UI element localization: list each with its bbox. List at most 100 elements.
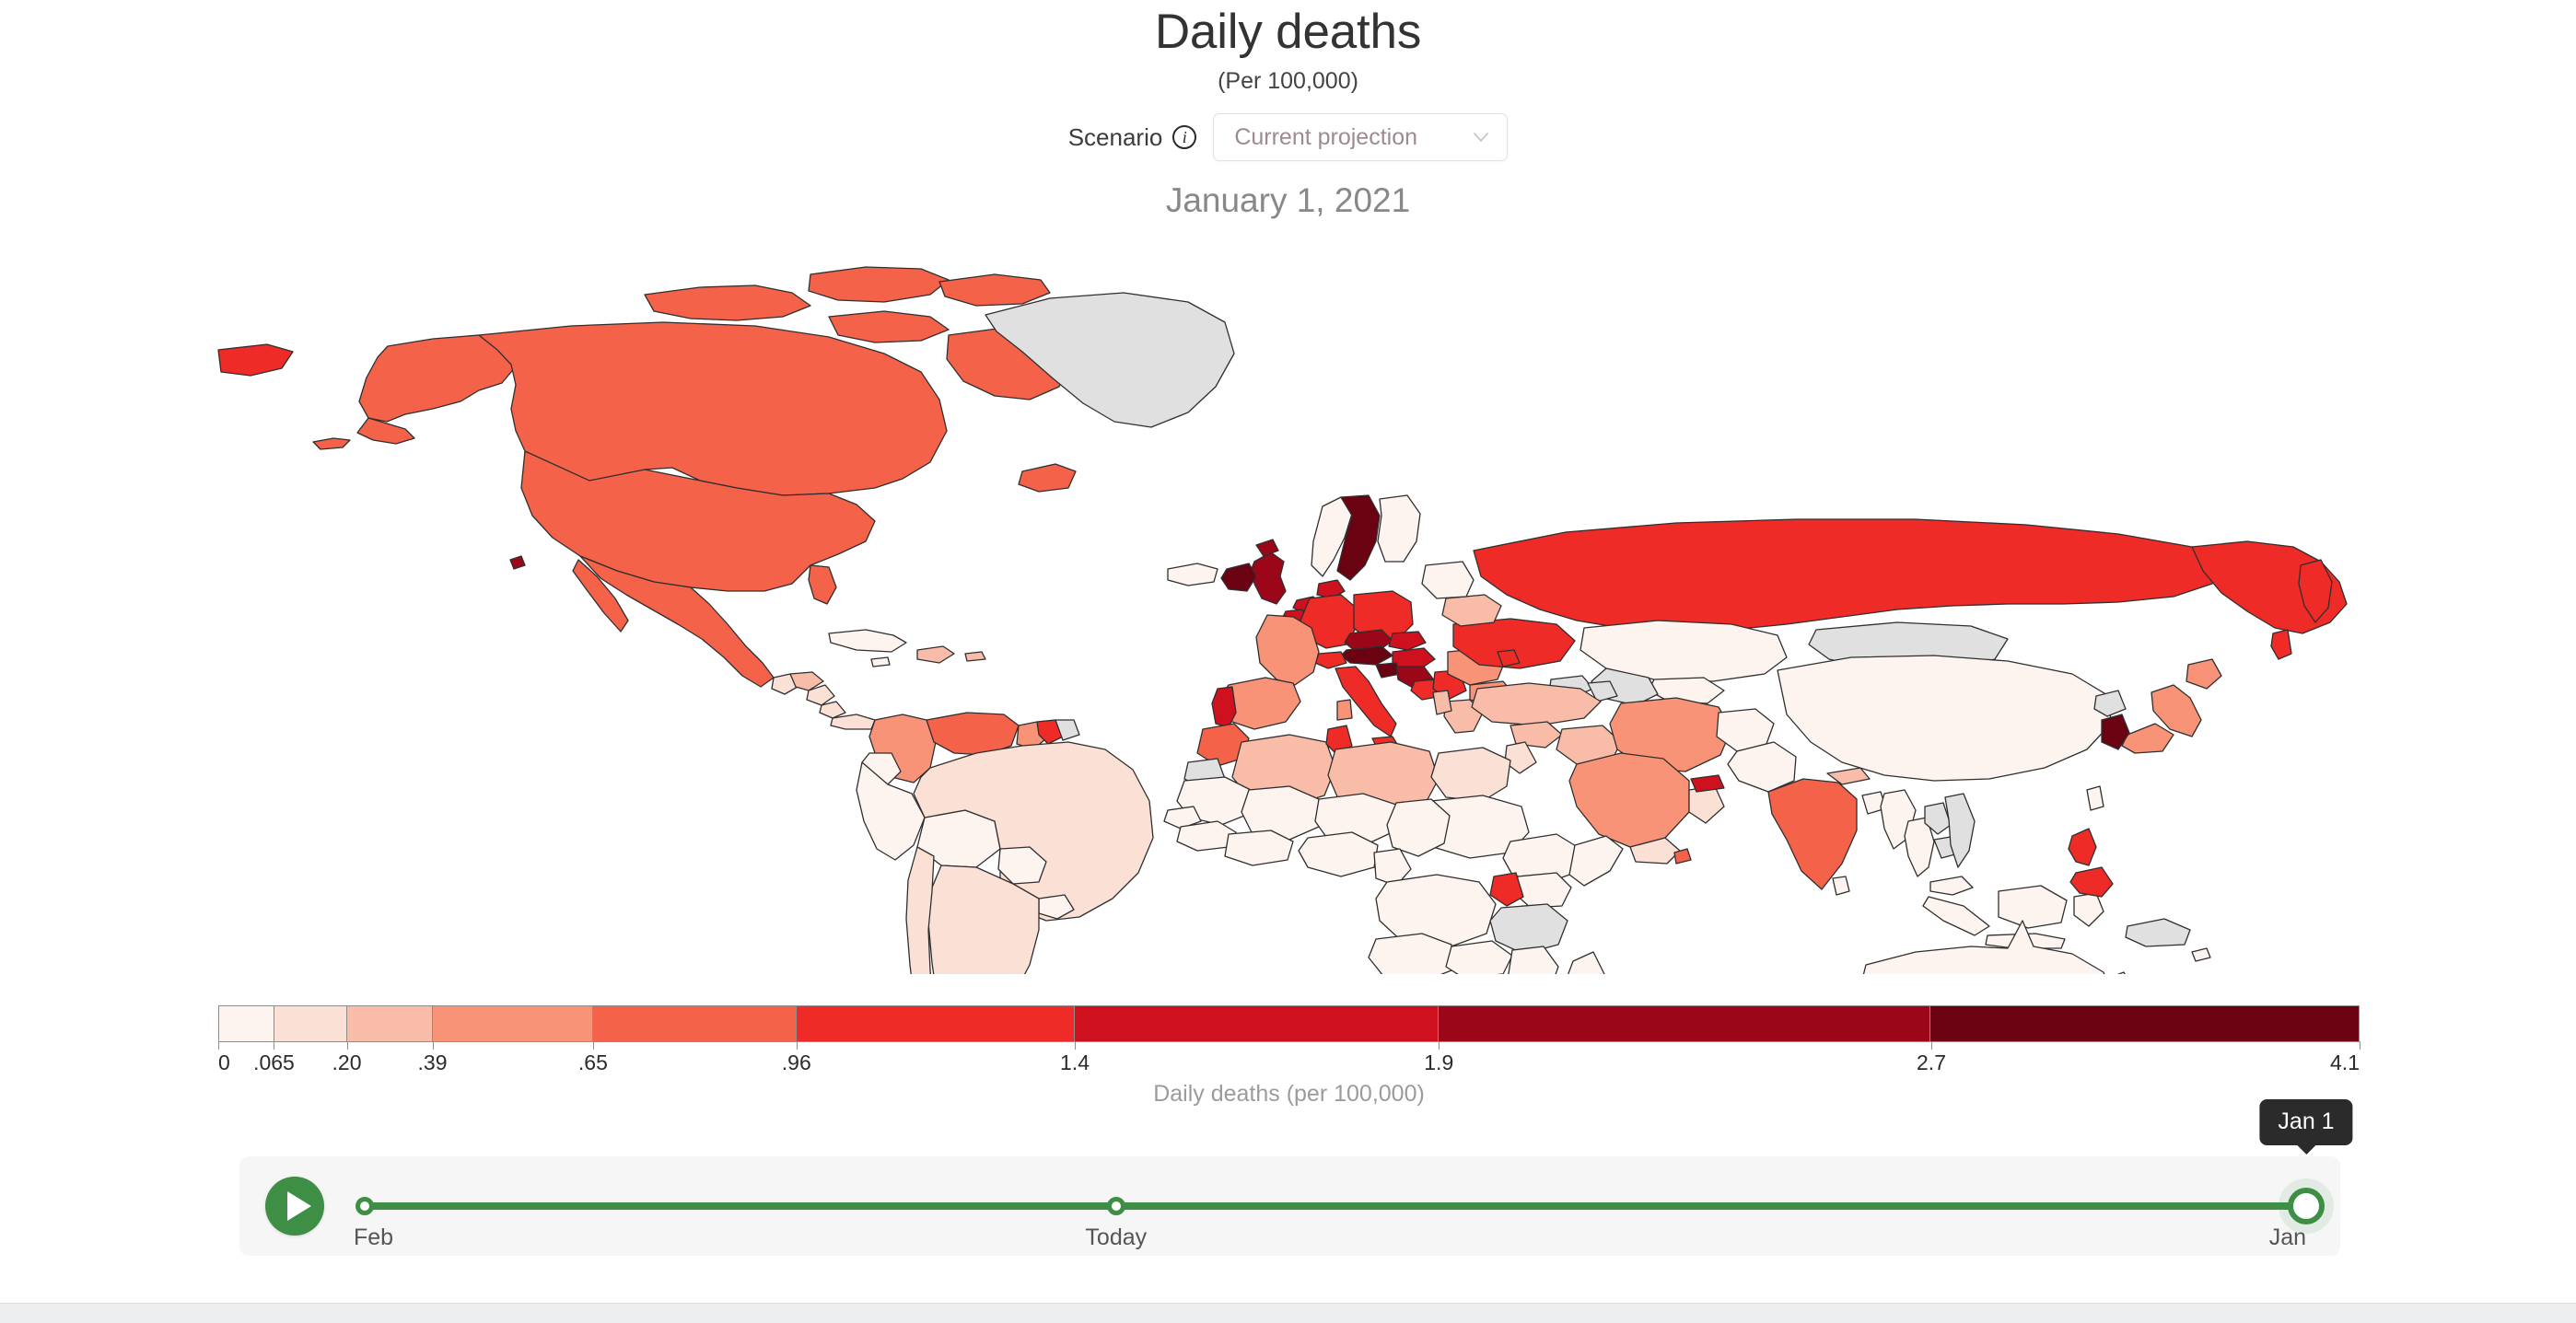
header: Daily deaths (Per 100,000) Scenario i Cu… bbox=[0, 0, 2576, 220]
country-canada-islands-4[interactable] bbox=[938, 273, 1051, 307]
country-somalia[interactable] bbox=[1568, 835, 1624, 887]
country-sakhalin[interactable] bbox=[2270, 629, 2292, 660]
country-austria[interactable] bbox=[1340, 645, 1393, 666]
legend-color-bar bbox=[218, 1005, 2360, 1042]
world-map-svg[interactable] bbox=[0, 238, 2576, 974]
timeline-control[interactable]: Feb Today Jan Jan 1 bbox=[239, 1099, 2353, 1256]
country-cuba[interactable] bbox=[828, 629, 907, 653]
country-egypt[interactable] bbox=[1430, 747, 1511, 802]
scenario-selected-value: Current projection bbox=[1234, 123, 1418, 150]
legend-tick-8: 2.7 bbox=[1917, 1050, 1946, 1074]
country-sardinia[interactable] bbox=[1336, 699, 1353, 721]
page-subtitle: (Per 100,000) bbox=[1218, 68, 1358, 94]
country-india[interactable] bbox=[1767, 778, 1858, 890]
country-angola[interactable] bbox=[1368, 933, 1452, 974]
country-slovakia[interactable] bbox=[1388, 631, 1427, 651]
country-canada-islands-2[interactable] bbox=[808, 266, 950, 303]
play-icon bbox=[286, 1191, 311, 1221]
country-hokkaido[interactable] bbox=[2186, 658, 2222, 690]
timeline-track-area[interactable]: Feb Today Jan Jan 1 bbox=[354, 1099, 2353, 1256]
legend-tick-4: .65 bbox=[577, 1050, 608, 1074]
country-kenya[interactable] bbox=[1513, 872, 1572, 909]
scenario-label: Scenario bbox=[1067, 122, 1163, 151]
timeline-tooltip: Jan 1 bbox=[2259, 1099, 2353, 1145]
country-united-kingdom[interactable] bbox=[1250, 551, 1287, 605]
timeline-handle[interactable] bbox=[2288, 1188, 2325, 1224]
country-turkey[interactable] bbox=[1471, 682, 1602, 726]
country-russia[interactable] bbox=[1473, 518, 2230, 632]
legend-segment-8 bbox=[1930, 1006, 2359, 1041]
country-borneo[interactable] bbox=[1998, 885, 2068, 929]
map-countries[interactable] bbox=[217, 266, 2348, 974]
country-china[interactable] bbox=[1777, 655, 2112, 782]
legend-segment-0 bbox=[219, 1006, 275, 1041]
country-jamaica[interactable] bbox=[870, 656, 891, 667]
country-czechia[interactable] bbox=[1344, 629, 1393, 651]
country-russia-west-tip[interactable] bbox=[217, 343, 294, 377]
timeline-label-2: Jan bbox=[2268, 1224, 2306, 1250]
timeline-point-0[interactable] bbox=[356, 1197, 374, 1215]
country-newfoundland[interactable] bbox=[1018, 463, 1077, 493]
country-florida[interactable] bbox=[808, 564, 837, 605]
country-madagascar[interactable] bbox=[1568, 951, 1605, 974]
country-scotland-north[interactable] bbox=[1255, 539, 1279, 557]
country-mozambique[interactable] bbox=[1507, 946, 1559, 974]
legend-tick-9: 4.1 bbox=[2330, 1050, 2360, 1074]
country-alaska[interactable] bbox=[358, 334, 517, 423]
country-oman[interactable] bbox=[1688, 785, 1725, 824]
legend-tick-1: .065 bbox=[253, 1050, 295, 1074]
country-finland[interactable] bbox=[1377, 494, 1421, 563]
legend-segment-2 bbox=[347, 1006, 434, 1041]
country-uae[interactable] bbox=[1690, 774, 1725, 793]
chevron-down-icon bbox=[1474, 133, 1489, 143]
legend-segment-7 bbox=[1439, 1006, 1931, 1041]
country-baltics[interactable] bbox=[1421, 561, 1474, 599]
country-philippines[interactable] bbox=[2068, 828, 2097, 866]
country-hawaii[interactable] bbox=[509, 555, 526, 570]
legend-tick-7: 1.9 bbox=[1424, 1050, 1454, 1074]
timeline-point-1[interactable] bbox=[1106, 1197, 1125, 1215]
timeline-track[interactable] bbox=[365, 1202, 2306, 1210]
legend-tick-labels: 0 .065 .20 .39 .65 .96 1.4 1.9 2.7 4.1 bbox=[218, 1041, 2360, 1074]
legend-tick-0: 0 bbox=[218, 1050, 230, 1074]
country-japan-south[interactable] bbox=[2121, 723, 2174, 754]
legend-segment-3 bbox=[433, 1006, 594, 1041]
country-hispaniola[interactable] bbox=[916, 645, 955, 664]
world-map[interactable] bbox=[0, 238, 2576, 974]
legend-segment-4 bbox=[593, 1006, 798, 1041]
country-switzerland[interactable] bbox=[1314, 651, 1347, 669]
country-sri-lanka[interactable] bbox=[1832, 876, 1850, 896]
country-indonesia-sumatra[interactable] bbox=[1922, 896, 1990, 936]
country-iceland[interactable] bbox=[1167, 563, 1218, 586]
country-solomon-islands[interactable] bbox=[2191, 947, 2211, 962]
country-tanzania[interactable] bbox=[1489, 903, 1568, 955]
scenario-dropdown[interactable]: Current projection bbox=[1213, 113, 1509, 161]
color-legend: 0 .065 .20 .39 .65 .96 1.4 1.9 2.7 4.1 Daily deat… bbox=[218, 1005, 2360, 1108]
country-new-caledonia[interactable] bbox=[2109, 971, 2129, 974]
country-saudi-arabia[interactable] bbox=[1568, 752, 1690, 848]
country-zambia[interactable] bbox=[1445, 940, 1513, 974]
country-albania[interactable] bbox=[1432, 690, 1452, 715]
country-taiwan[interactable] bbox=[2086, 785, 2104, 811]
legend-tick-6: 1.4 bbox=[1060, 1050, 1090, 1074]
country-philippines-south[interactable] bbox=[2069, 866, 2114, 898]
info-icon[interactable]: i bbox=[1172, 125, 1197, 149]
timeline-label-1: Today bbox=[1085, 1224, 1148, 1250]
country-aleutians[interactable] bbox=[312, 437, 351, 450]
play-button[interactable] bbox=[265, 1177, 324, 1236]
country-canada-islands-3[interactable] bbox=[828, 310, 950, 343]
legend-segment-1 bbox=[274, 1006, 348, 1041]
country-nigeria[interactable] bbox=[1298, 831, 1379, 877]
country-australia[interactable] bbox=[1860, 920, 2115, 974]
timeline-label-0: Feb bbox=[354, 1224, 394, 1250]
country-sulawesi[interactable] bbox=[2073, 892, 2104, 927]
country-papua-new-guinea[interactable] bbox=[2125, 918, 2191, 947]
country-canada-islands-1[interactable] bbox=[644, 284, 811, 321]
bottom-bar bbox=[0, 1303, 2576, 1323]
country-belarus[interactable] bbox=[1441, 594, 1502, 627]
dashboard-page: Daily deaths (Per 100,000) Scenario i Cu… bbox=[0, 0, 2576, 1323]
country-malaysia[interactable] bbox=[1929, 876, 1974, 896]
country-puerto-rico[interactable] bbox=[964, 651, 986, 662]
country-ireland[interactable] bbox=[1220, 563, 1257, 592]
legend-tick-2: .20 bbox=[332, 1050, 362, 1074]
